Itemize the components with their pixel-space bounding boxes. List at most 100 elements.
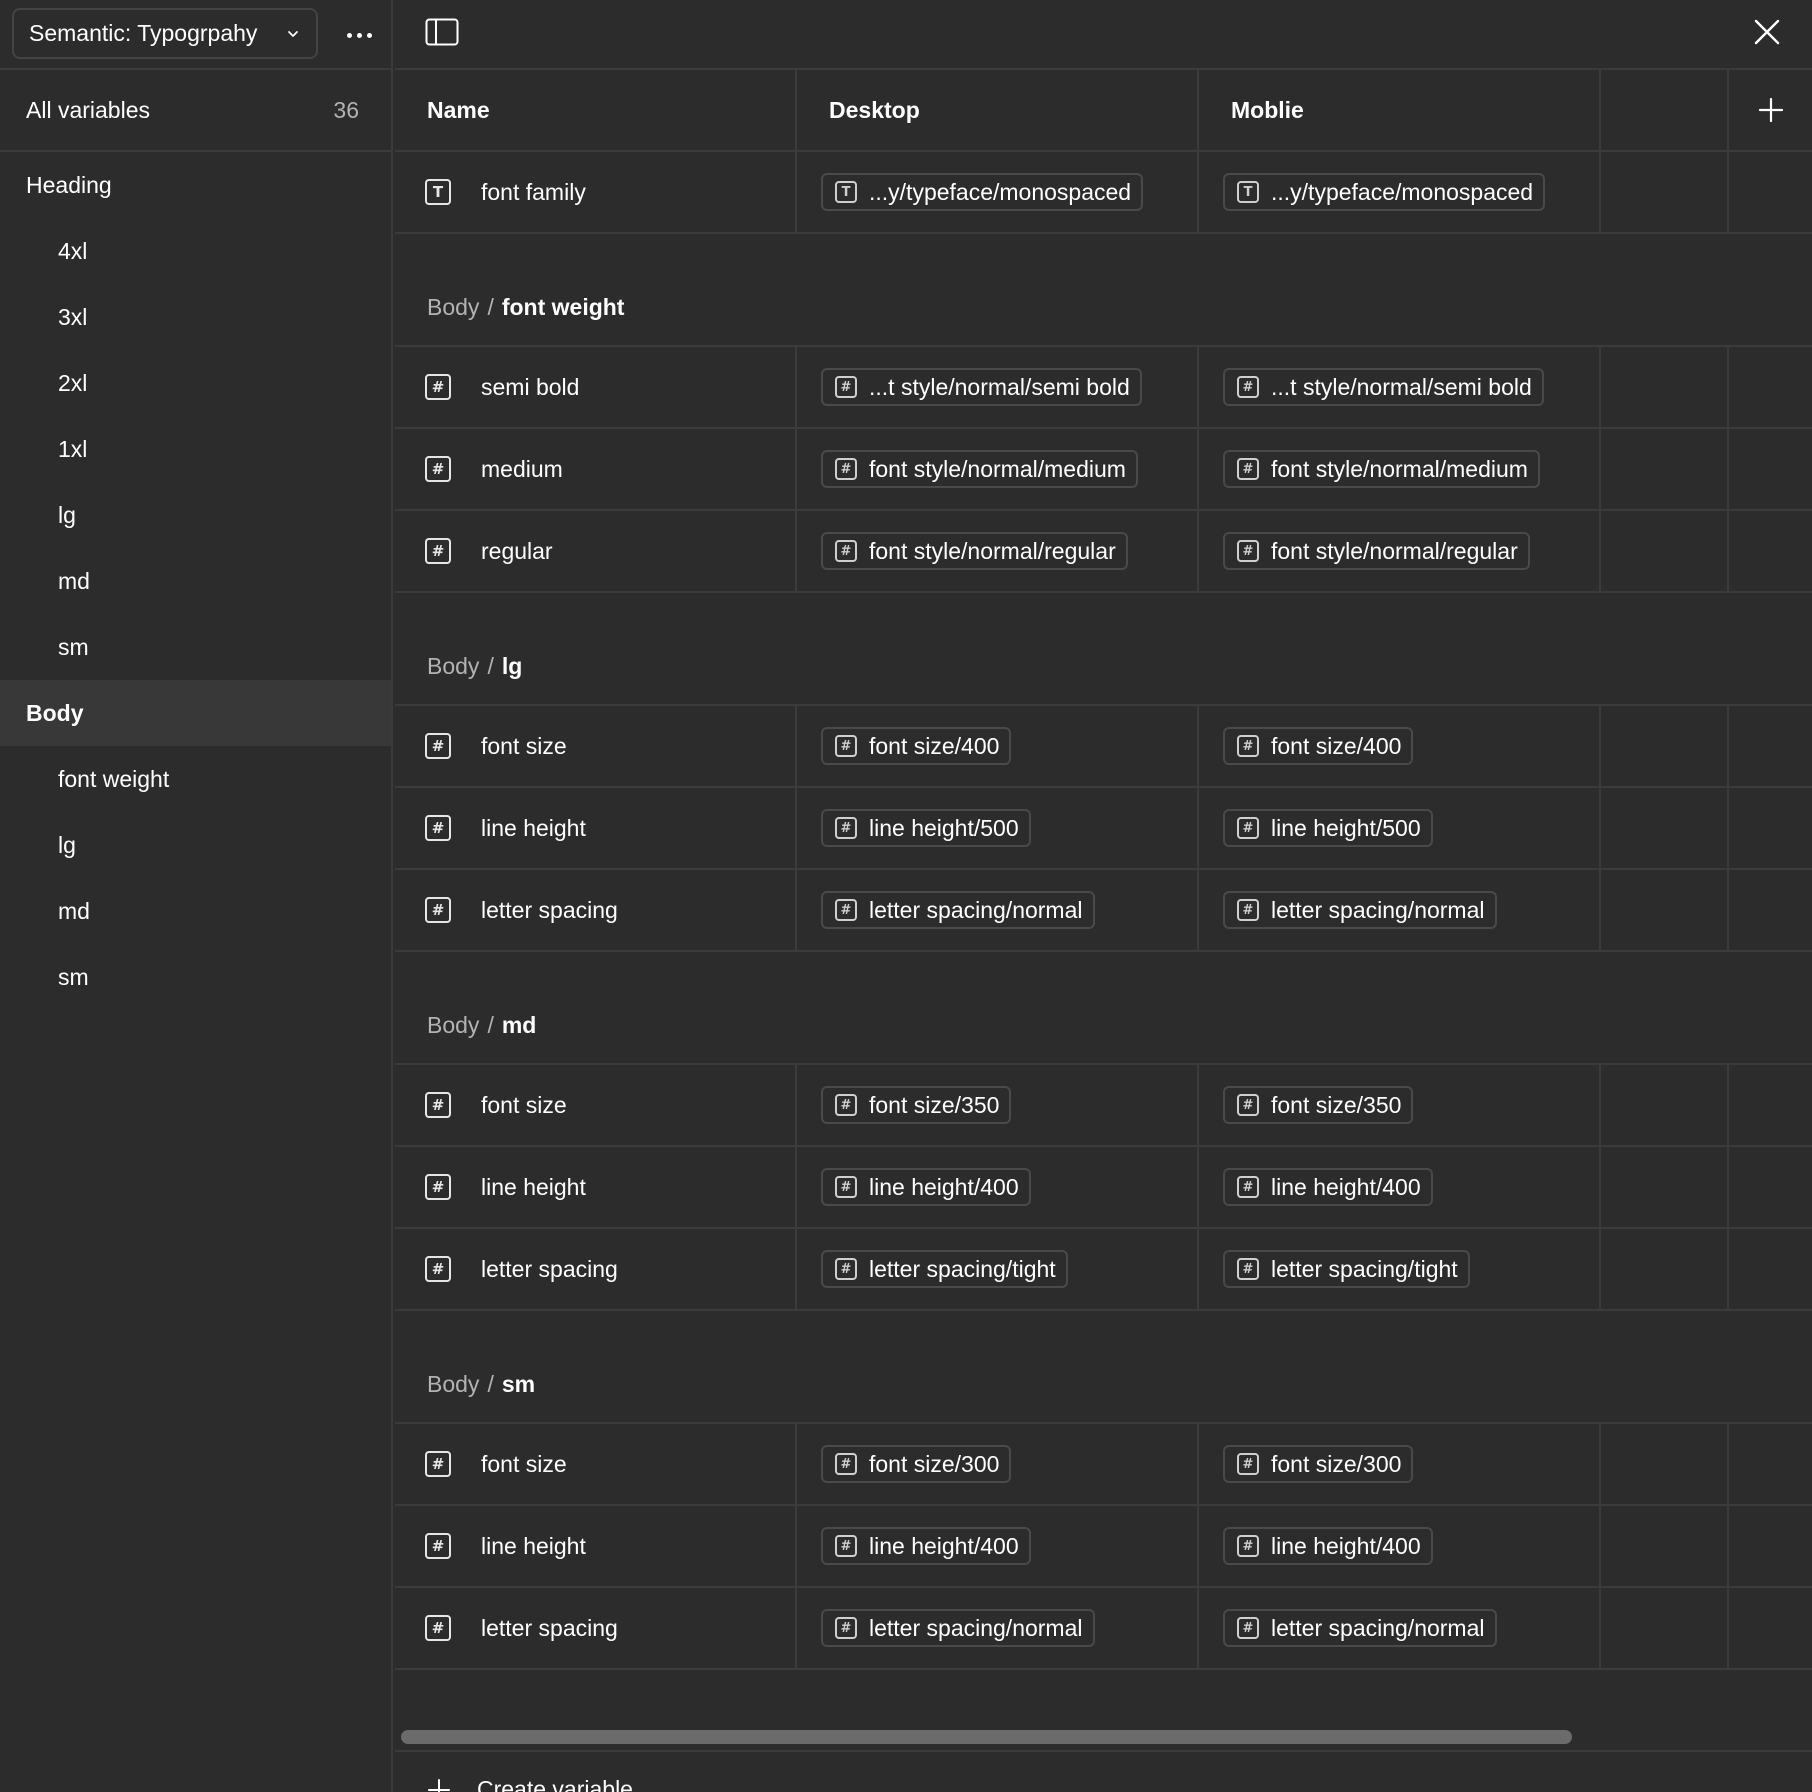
- variable-name-cell[interactable]: # font size: [395, 1065, 797, 1145]
- alias-pill[interactable]: # font size/350: [1223, 1086, 1414, 1124]
- desktop-value-cell[interactable]: # font size/300: [797, 1424, 1199, 1504]
- sidebar-group-item[interactable]: md: [0, 548, 391, 614]
- variable-name-cell[interactable]: # regular: [395, 511, 797, 591]
- alias-pill[interactable]: # line height/400: [821, 1527, 1031, 1565]
- all-variables-item[interactable]: All variables 36: [0, 70, 391, 152]
- alias-pill[interactable]: # letter spacing/normal: [821, 1609, 1095, 1647]
- column-header-mobile[interactable]: Moblie: [1199, 70, 1601, 150]
- close-icon[interactable]: [1752, 17, 1782, 47]
- variable-name-cell[interactable]: # line height: [395, 1506, 797, 1586]
- table-row[interactable]: # font size # font size/350 # font size/350: [395, 1065, 1812, 1147]
- desktop-value-cell[interactable]: # font style/normal/medium: [797, 429, 1199, 509]
- mobile-value-cell[interactable]: # line height/500: [1199, 788, 1601, 868]
- desktop-value-cell[interactable]: # ...t style/normal/semi bold: [797, 347, 1199, 427]
- table-row[interactable]: # font size # font size/400 # font size/400: [395, 706, 1812, 788]
- alias-pill[interactable]: # font style/normal/regular: [821, 532, 1128, 570]
- sidebar-group-item[interactable]: 3xl: [0, 284, 391, 350]
- scrollbar-thumb[interactable]: [401, 1730, 1572, 1744]
- alias-pill[interactable]: T ...y/typeface/monospaced: [1223, 173, 1546, 211]
- more-options-button[interactable]: [338, 14, 380, 56]
- collection-dropdown[interactable]: Semantic: Typogrpahy: [12, 8, 318, 59]
- desktop-value-cell[interactable]: # letter spacing/normal: [797, 1588, 1199, 1668]
- sidebar-group-item[interactable]: 1xl: [0, 416, 391, 482]
- variable-name-cell[interactable]: # semi bold: [395, 347, 797, 427]
- sidebar-group-item[interactable]: Body: [0, 680, 391, 746]
- table-row[interactable]: # medium # font style/normal/medium # font st…: [395, 429, 1812, 511]
- table-row[interactable]: # line height # line height/400 # line height…: [395, 1506, 1812, 1588]
- sidebar-group-item[interactable]: lg: [0, 482, 391, 548]
- table-row[interactable]: # semi bold # ...t style/normal/semi bold #.…: [395, 347, 1812, 429]
- variable-name-cell[interactable]: # letter spacing: [395, 1588, 797, 1668]
- variable-name-cell[interactable]: # letter spacing: [395, 1229, 797, 1309]
- variable-name-cell[interactable]: # line height: [395, 1147, 797, 1227]
- mobile-value-cell[interactable]: # ...t style/normal/semi bold: [1199, 347, 1601, 427]
- alias-pill[interactable]: # line height/400: [821, 1168, 1031, 1206]
- sidebar-toggle-icon[interactable]: [425, 18, 459, 46]
- create-variable-button[interactable]: Create variable: [395, 1754, 1812, 1792]
- alias-pill[interactable]: # font size/400: [821, 727, 1012, 765]
- mobile-value-cell[interactable]: # font size/300: [1199, 1424, 1601, 1504]
- alias-pill[interactable]: # ...t style/normal/semi bold: [821, 368, 1142, 406]
- desktop-value-cell[interactable]: # font style/normal/regular: [797, 511, 1199, 591]
- table-row[interactable]: # letter spacing # letter spacing/normal # le…: [395, 1588, 1812, 1670]
- desktop-value-cell[interactable]: # font size/350: [797, 1065, 1199, 1145]
- table-row[interactable]: Tfont family T ...y/typeface/monospaced T..…: [395, 152, 1812, 234]
- table-row[interactable]: # regular # font style/normal/regular # font …: [395, 511, 1812, 593]
- desktop-value-cell[interactable]: # line height/400: [797, 1506, 1199, 1586]
- sidebar-group-item[interactable]: sm: [0, 944, 391, 1010]
- alias-pill[interactable]: # line height/400: [1223, 1168, 1433, 1206]
- mobile-value-cell[interactable]: # letter spacing/normal: [1199, 870, 1601, 950]
- sidebar-group-item[interactable]: lg: [0, 812, 391, 878]
- alias-pill[interactable]: # font size/350: [821, 1086, 1012, 1124]
- alias-pill[interactable]: # ...t style/normal/semi bold: [1223, 368, 1544, 406]
- desktop-value-cell[interactable]: # letter spacing/normal: [797, 870, 1199, 950]
- alias-pill[interactable]: # font style/normal/medium: [821, 450, 1138, 488]
- sidebar-group-item[interactable]: 4xl: [0, 218, 391, 284]
- table-row[interactable]: # font size # font size/300 # font size/300: [395, 1424, 1812, 1506]
- alias-pill[interactable]: # letter spacing/normal: [821, 891, 1095, 929]
- alias-pill[interactable]: # letter spacing/tight: [1223, 1250, 1470, 1288]
- variable-name-cell[interactable]: # font size: [395, 1424, 797, 1504]
- desktop-value-cell[interactable]: T ...y/typeface/monospaced: [797, 152, 1199, 232]
- mobile-value-cell[interactable]: # font style/normal/medium: [1199, 429, 1601, 509]
- alias-pill[interactable]: # font size/400: [1223, 727, 1414, 765]
- sidebar-group-item[interactable]: sm: [0, 614, 391, 680]
- sidebar-group-item[interactable]: font weight: [0, 746, 391, 812]
- table-row[interactable]: # line height # line height/400 # line height…: [395, 1147, 1812, 1229]
- sidebar-group-item[interactable]: 2xl: [0, 350, 391, 416]
- mobile-value-cell[interactable]: # font style/normal/regular: [1199, 511, 1601, 591]
- desktop-value-cell[interactable]: # line height/400: [797, 1147, 1199, 1227]
- desktop-value-cell[interactable]: # font size/400: [797, 706, 1199, 786]
- column-header-desktop[interactable]: Desktop: [797, 70, 1199, 150]
- table-row[interactable]: # letter spacing # letter spacing/normal # le…: [395, 870, 1812, 952]
- table-row[interactable]: # letter spacing # letter spacing/tight # let…: [395, 1229, 1812, 1311]
- variable-name-cell[interactable]: Tfont family: [395, 152, 797, 232]
- alias-pill[interactable]: # line height/500: [1223, 809, 1433, 847]
- mobile-value-cell[interactable]: # line height/400: [1199, 1506, 1601, 1586]
- mobile-value-cell[interactable]: # line height/400: [1199, 1147, 1601, 1227]
- alias-pill[interactable]: # font style/normal/medium: [1223, 450, 1540, 488]
- mobile-value-cell[interactable]: # letter spacing/normal: [1199, 1588, 1601, 1668]
- desktop-value-cell[interactable]: # letter spacing/tight: [797, 1229, 1199, 1309]
- table-row[interactable]: # line height # line height/500 # line height…: [395, 788, 1812, 870]
- alias-pill[interactable]: # letter spacing/tight: [821, 1250, 1068, 1288]
- alias-pill[interactable]: # font style/normal/regular: [1223, 532, 1530, 570]
- variable-name-cell[interactable]: # line height: [395, 788, 797, 868]
- mobile-value-cell[interactable]: # font size/400: [1199, 706, 1601, 786]
- add-mode-button[interactable]: [1729, 70, 1812, 150]
- variable-name-cell[interactable]: # letter spacing: [395, 870, 797, 950]
- column-header-name[interactable]: Name: [395, 70, 797, 150]
- mobile-value-cell[interactable]: T ...y/typeface/monospaced: [1199, 152, 1601, 232]
- alias-pill[interactable]: # line height/500: [821, 809, 1031, 847]
- sidebar-group-item[interactable]: md: [0, 878, 391, 944]
- variable-name-cell[interactable]: # font size: [395, 706, 797, 786]
- alias-pill[interactable]: # font size/300: [1223, 1445, 1414, 1483]
- alias-pill[interactable]: T ...y/typeface/monospaced: [821, 173, 1144, 211]
- alias-pill[interactable]: # letter spacing/normal: [1223, 1609, 1497, 1647]
- sidebar-group-item[interactable]: Heading: [0, 152, 391, 218]
- mobile-value-cell[interactable]: # letter spacing/tight: [1199, 1229, 1601, 1309]
- horizontal-scrollbar[interactable]: [395, 1722, 1812, 1752]
- alias-pill[interactable]: # letter spacing/normal: [1223, 891, 1497, 929]
- desktop-value-cell[interactable]: # line height/500: [797, 788, 1199, 868]
- variable-name-cell[interactable]: # medium: [395, 429, 797, 509]
